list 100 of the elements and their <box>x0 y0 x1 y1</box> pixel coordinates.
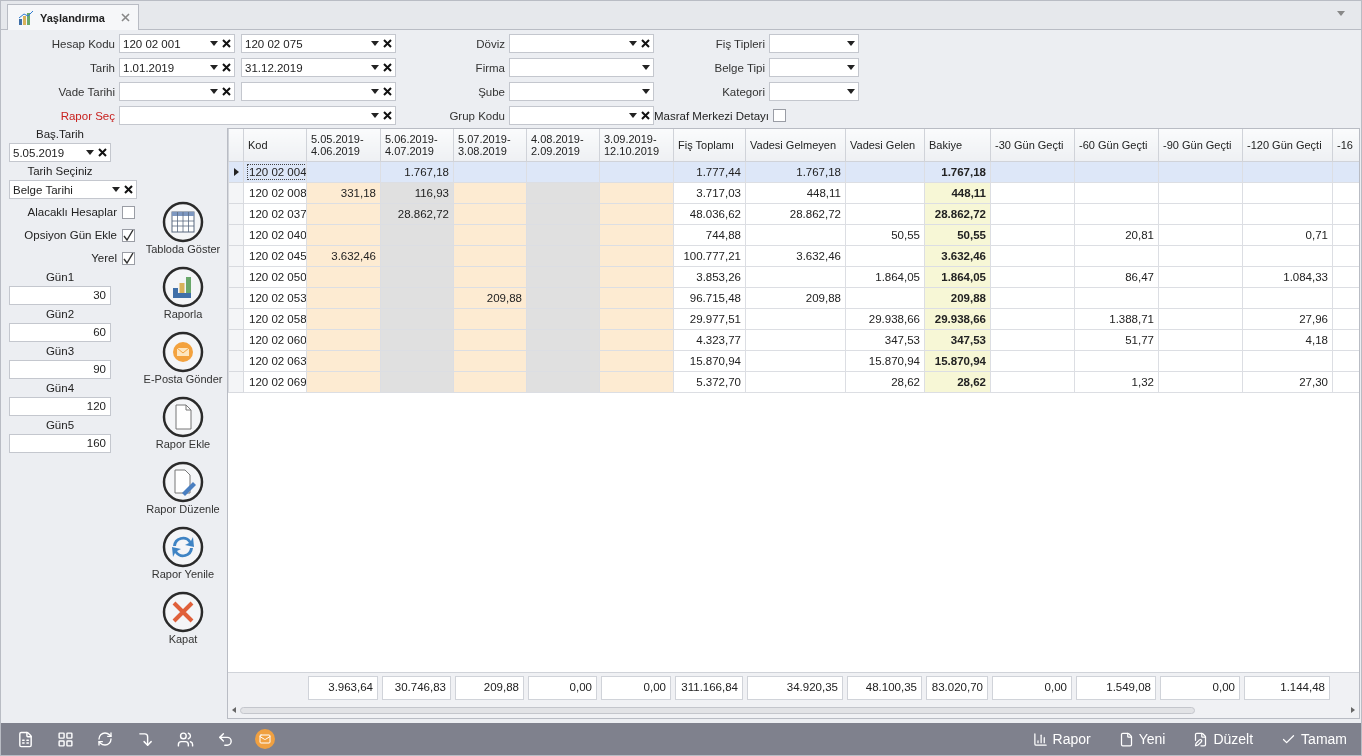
clear-icon[interactable] <box>641 111 650 120</box>
checkbox[interactable] <box>122 228 135 242</box>
dropdown-icon[interactable] <box>210 41 218 46</box>
field-label: Gün5 <box>44 419 76 431</box>
column-header[interactable]: 5.05.2019- 4.06.2019 <box>306 129 381 161</box>
number-field[interactable]: 120 <box>9 397 111 416</box>
number-field[interactable]: 30 <box>9 286 111 305</box>
checkbox[interactable] <box>122 251 135 265</box>
clear-icon[interactable] <box>383 63 392 72</box>
combo-field[interactable] <box>509 106 654 125</box>
combo-field[interactable]: 120 02 001 <box>119 34 235 53</box>
column-header[interactable]: Bakiye <box>924 129 991 161</box>
action-button[interactable]: Rapor Düzenle <box>146 461 220 523</box>
column-header[interactable]: 5.06.2019- 4.07.2019 <box>380 129 454 161</box>
action-button[interactable]: E-Posta Gönder <box>143 331 223 393</box>
column-header[interactable]: Vadesi Gelen <box>845 129 925 161</box>
field-label: Firma <box>475 61 505 74</box>
column-header[interactable]: -16 <box>1332 129 1359 161</box>
mail-icon[interactable] <box>255 729 275 749</box>
column-header[interactable]: 5.07.2019- 3.08.2019 <box>453 129 527 161</box>
combo-field[interactable] <box>769 34 859 53</box>
dropdown-icon[interactable] <box>112 187 120 192</box>
toolbar-button[interactable]: Rapor <box>1028 731 1095 747</box>
refresh-icon[interactable] <box>95 729 115 749</box>
clear-icon[interactable] <box>383 111 392 120</box>
toolbar-button[interactable]: Düzelt <box>1189 731 1258 747</box>
dropdown-icon[interactable] <box>847 41 855 46</box>
column-header[interactable]: Fiş Toplamı <box>673 129 746 161</box>
scrollbar-thumb[interactable] <box>240 706 1195 714</box>
combo-field[interactable] <box>119 82 235 101</box>
checkbox[interactable] <box>773 109 787 122</box>
action-button[interactable]: Rapor Ekle <box>155 396 211 458</box>
clear-icon[interactable] <box>383 87 392 96</box>
dropdown-icon[interactable] <box>210 89 218 94</box>
people-icon[interactable] <box>175 729 195 749</box>
date-field[interactable]: 5.05.2019 <box>9 143 111 162</box>
checkbox[interactable] <box>122 205 135 219</box>
column-header[interactable]: -60 Gün Geçti <box>1074 129 1159 161</box>
column-header[interactable]: 3.09.2019- 12.10.2019 <box>599 129 674 161</box>
chart-icon <box>18 10 34 25</box>
column-header[interactable]: -90 Gün Geçti <box>1158 129 1243 161</box>
column-header[interactable]: Vadesi Gelmeyen <box>745 129 846 161</box>
document-edit-icon <box>162 461 204 503</box>
bar-chart-icon <box>1032 731 1048 747</box>
action-button[interactable]: Kapat <box>162 591 204 653</box>
combo-field[interactable] <box>769 58 859 77</box>
number-field[interactable]: 90 <box>9 360 111 379</box>
total-cell: 311.166,84 <box>675 675 743 700</box>
refresh-icon <box>162 526 204 568</box>
clear-icon[interactable] <box>383 39 392 48</box>
combo-field[interactable]: 120 02 075 <box>241 34 396 53</box>
clear-icon[interactable] <box>222 87 231 96</box>
dropdown-icon[interactable] <box>210 65 218 70</box>
dropdown-icon[interactable] <box>371 41 379 46</box>
combo-field[interactable] <box>119 106 396 125</box>
toolbar-button[interactable]: Tamam <box>1277 731 1351 747</box>
action-button[interactable]: Raporla <box>162 266 204 328</box>
combo-field[interactable] <box>769 82 859 101</box>
scroll-left-icon[interactable] <box>232 707 236 713</box>
column-header[interactable]: Kod <box>243 129 307 161</box>
dropdown-icon[interactable] <box>371 65 379 70</box>
dropdown-icon[interactable] <box>847 65 855 70</box>
action-button[interactable]: Rapor Yenile <box>151 526 215 588</box>
dropdown-icon[interactable] <box>371 89 379 94</box>
total-cell: 209,88 <box>455 675 524 700</box>
dropdown-icon[interactable] <box>629 113 637 118</box>
combo-field[interactable]: 31.12.2019 <box>241 58 396 77</box>
combo-field[interactable] <box>509 58 654 77</box>
document-tab[interactable]: Yaşlandırma <box>7 4 139 30</box>
combo-field[interactable]: 1.01.2019 <box>119 58 235 77</box>
dropdown-icon[interactable] <box>86 150 94 155</box>
field-label: Kategori <box>722 85 765 98</box>
number-field[interactable]: 60 <box>9 323 111 342</box>
toolbar-button[interactable]: Yeni <box>1114 731 1170 747</box>
close-icon[interactable] <box>120 13 130 22</box>
column-header[interactable]: -30 Gün Geçti <box>990 129 1075 161</box>
dropdown-icon[interactable] <box>629 41 637 46</box>
clear-icon[interactable] <box>222 63 231 72</box>
grid-icon[interactable] <box>55 729 75 749</box>
action-button[interactable]: Tabloda Göster <box>145 201 221 263</box>
combo-field[interactable] <box>509 82 654 101</box>
column-header[interactable]: -120 Gün Geçti <box>1242 129 1333 161</box>
combo-field[interactable] <box>509 34 654 53</box>
clear-icon[interactable] <box>124 185 133 194</box>
clear-icon[interactable] <box>222 39 231 48</box>
document-icon <box>162 396 204 438</box>
field-label: Vade Tarihi <box>58 85 115 98</box>
clear-icon[interactable] <box>641 39 650 48</box>
combo-field[interactable]: Belge Tarihi <box>9 180 137 199</box>
total-cell: 83.020,70 <box>926 675 988 700</box>
scroll-right-icon[interactable] <box>1351 707 1355 713</box>
dropdown-icon[interactable] <box>371 113 379 118</box>
dropdown-icon[interactable] <box>847 89 855 94</box>
field-label: Hesap Kodu <box>51 37 115 50</box>
combo-field[interactable] <box>241 82 396 101</box>
column-header[interactable]: 4.08.2019- 2.09.2019 <box>526 129 600 161</box>
dropdown-icon[interactable] <box>642 65 650 70</box>
number-field[interactable]: 160 <box>9 434 111 453</box>
clear-icon[interactable] <box>98 148 107 157</box>
dropdown-icon[interactable] <box>642 89 650 94</box>
